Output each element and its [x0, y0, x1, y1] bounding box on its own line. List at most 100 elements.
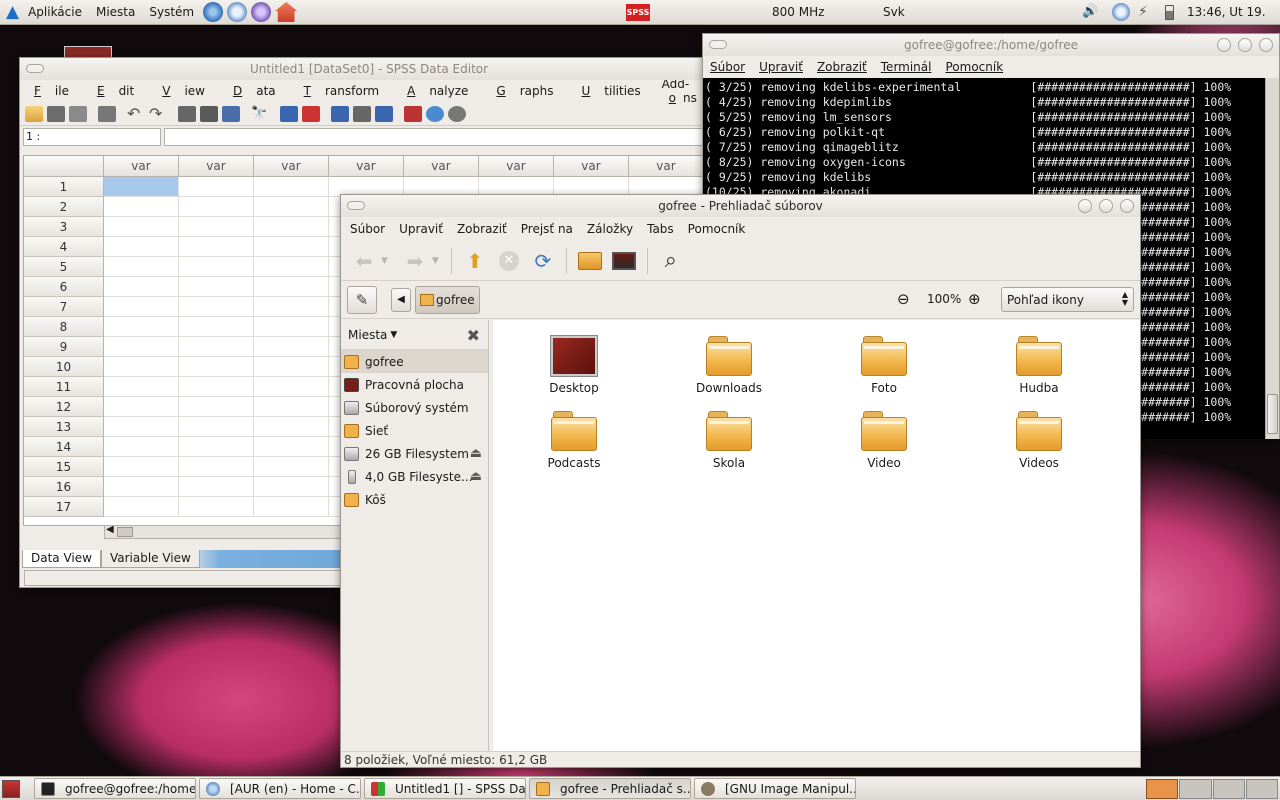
spss-menu-data[interactable]: Data	[219, 84, 290, 98]
close-button[interactable]	[1259, 38, 1273, 52]
data-cell[interactable]	[104, 357, 179, 377]
column-header[interactable]: var	[404, 156, 479, 177]
scroll-left-icon[interactable]: ◀	[106, 524, 114, 535]
maximize-button[interactable]	[1099, 199, 1113, 213]
terminal-menu-view[interactable]: Zobraziť	[810, 60, 874, 74]
data-cell[interactable]	[254, 197, 329, 217]
data-cell[interactable]	[179, 417, 254, 437]
sidebar-item-trash[interactable]: Kôš	[341, 488, 488, 511]
row-header[interactable]: 2	[24, 197, 104, 217]
row-header[interactable]: 11	[24, 377, 104, 397]
data-cell[interactable]	[254, 497, 329, 517]
data-cell[interactable]	[104, 177, 179, 197]
file-item-video[interactable]: Video	[829, 411, 939, 470]
sidebar-title[interactable]: Miesta	[348, 328, 387, 342]
spss-applet-icon[interactable]: SPSS	[626, 4, 650, 21]
column-header[interactable]: var	[329, 156, 404, 177]
back-icon[interactable]: ⬅	[347, 245, 381, 277]
spss-menu-addons[interactable]: Add-o ns	[655, 77, 704, 105]
column-header[interactable]: var	[629, 156, 702, 177]
window-menu-button[interactable]	[26, 64, 44, 73]
data-cell[interactable]	[254, 397, 329, 417]
tab-data-view[interactable]: Data View	[22, 550, 101, 568]
menu-system[interactable]: Systém	[142, 0, 201, 25]
workspace-3[interactable]	[1212, 779, 1245, 799]
eject-icon[interactable]: ⏏	[470, 469, 482, 484]
chevron-down-icon[interactable]: ▼	[390, 330, 397, 340]
data-cell[interactable]	[104, 297, 179, 317]
data-cell[interactable]	[104, 397, 179, 417]
task-gimp[interactable]: [GNU Image Manipul...	[694, 778, 856, 799]
data-cell[interactable]	[104, 317, 179, 337]
workspace-4[interactable]	[1245, 779, 1278, 799]
fm-menu-edit[interactable]: Upraviť	[392, 222, 450, 236]
column-header[interactable]: var	[179, 156, 254, 177]
sidebar-item-desktop[interactable]: Pracovná plocha	[341, 373, 488, 396]
row-header[interactable]: 13	[24, 417, 104, 437]
row-header[interactable]: 17	[24, 497, 104, 517]
forward-history-icon[interactable]: ▼	[432, 256, 439, 266]
tab-variable-view[interactable]: Variable View	[100, 550, 200, 568]
maximize-button[interactable]	[1238, 38, 1252, 52]
row-header[interactable]: 1	[24, 177, 104, 197]
data-cell[interactable]	[254, 317, 329, 337]
file-manager-titlebar[interactable]: gofree - Prehliadač súborov	[341, 195, 1140, 217]
file-item-skola[interactable]: Skola	[674, 411, 784, 470]
up-icon[interactable]: ⬆	[458, 245, 492, 277]
data-cell[interactable]	[179, 277, 254, 297]
scroll-thumb[interactable]	[1267, 394, 1278, 434]
home-launcher-icon[interactable]	[275, 2, 298, 22]
minimize-button[interactable]	[1217, 38, 1231, 52]
fm-menu-go[interactable]: Prejsť na	[514, 222, 580, 236]
data-cell[interactable]	[179, 397, 254, 417]
data-cell[interactable]	[179, 337, 254, 357]
data-cell[interactable]	[104, 477, 179, 497]
data-cell[interactable]	[179, 217, 254, 237]
data-cell[interactable]	[254, 417, 329, 437]
row-header[interactable]: 15	[24, 457, 104, 477]
sidebar-item-network[interactable]: Sieť	[341, 419, 488, 442]
select-cases-icon[interactable]	[375, 105, 393, 122]
close-sidebar-icon[interactable]: ✖	[467, 326, 480, 345]
spss-menu-analyze[interactable]: Analyze	[393, 84, 482, 98]
value-labels-icon[interactable]	[404, 105, 422, 122]
data-cell[interactable]	[254, 217, 329, 237]
data-cell[interactable]	[104, 497, 179, 517]
path-button-home[interactable]: gofree	[415, 285, 480, 314]
bluefish-launcher-icon[interactable]	[227, 2, 248, 22]
use-sets-icon[interactable]	[426, 105, 444, 122]
sidebar-item-gofree[interactable]: gofree	[341, 350, 488, 373]
data-cell[interactable]	[179, 357, 254, 377]
goto-case-icon[interactable]	[178, 105, 196, 122]
window-menu-button[interactable]	[347, 201, 365, 210]
data-cell[interactable]	[104, 237, 179, 257]
zoom-in-icon[interactable]: ⊕	[968, 290, 981, 308]
file-icon-view[interactable]: Desktop Downloads Foto Hudba Podcasts Sk…	[493, 320, 1140, 751]
workspace-2[interactable]	[1179, 779, 1212, 799]
data-cell[interactable]	[179, 197, 254, 217]
fm-menu-view[interactable]: Zobraziť	[450, 222, 514, 236]
keyboard-layout[interactable]: Svk	[883, 0, 905, 25]
data-cell[interactable]	[179, 377, 254, 397]
minimize-button[interactable]	[1078, 199, 1092, 213]
file-item-videos[interactable]: Videos	[984, 411, 1094, 470]
data-cell[interactable]	[104, 217, 179, 237]
fm-menu-tabs[interactable]: Tabs	[640, 222, 681, 236]
edit-location-icon[interactable]: ✎	[347, 285, 377, 314]
bluetooth-icon[interactable]	[1112, 3, 1130, 21]
workspace-1[interactable]	[1146, 779, 1179, 799]
file-item-podcasts[interactable]: Podcasts	[519, 411, 629, 470]
terminal-menu-file[interactable]: Súbor	[703, 60, 752, 74]
column-header[interactable]: var	[254, 156, 329, 177]
terminal-menu-terminal[interactable]: Terminál	[874, 60, 939, 74]
data-cell[interactable]	[254, 177, 329, 197]
spss-menu-utilities[interactable]: Utilities	[567, 84, 654, 98]
task-file-manager[interactable]: gofree - Prehliadač s...	[529, 778, 691, 799]
sidebar-item-26gb[interactable]: 26 GB Filesystem ⏏	[341, 442, 488, 465]
data-cell[interactable]	[179, 297, 254, 317]
task-terminal[interactable]: gofree@gofree:/home...	[34, 778, 196, 799]
workspace-switcher[interactable]	[1146, 779, 1278, 799]
scroll-thumb[interactable]	[117, 527, 133, 537]
data-cell[interactable]	[179, 437, 254, 457]
file-item-downloads[interactable]: Downloads	[674, 336, 784, 395]
